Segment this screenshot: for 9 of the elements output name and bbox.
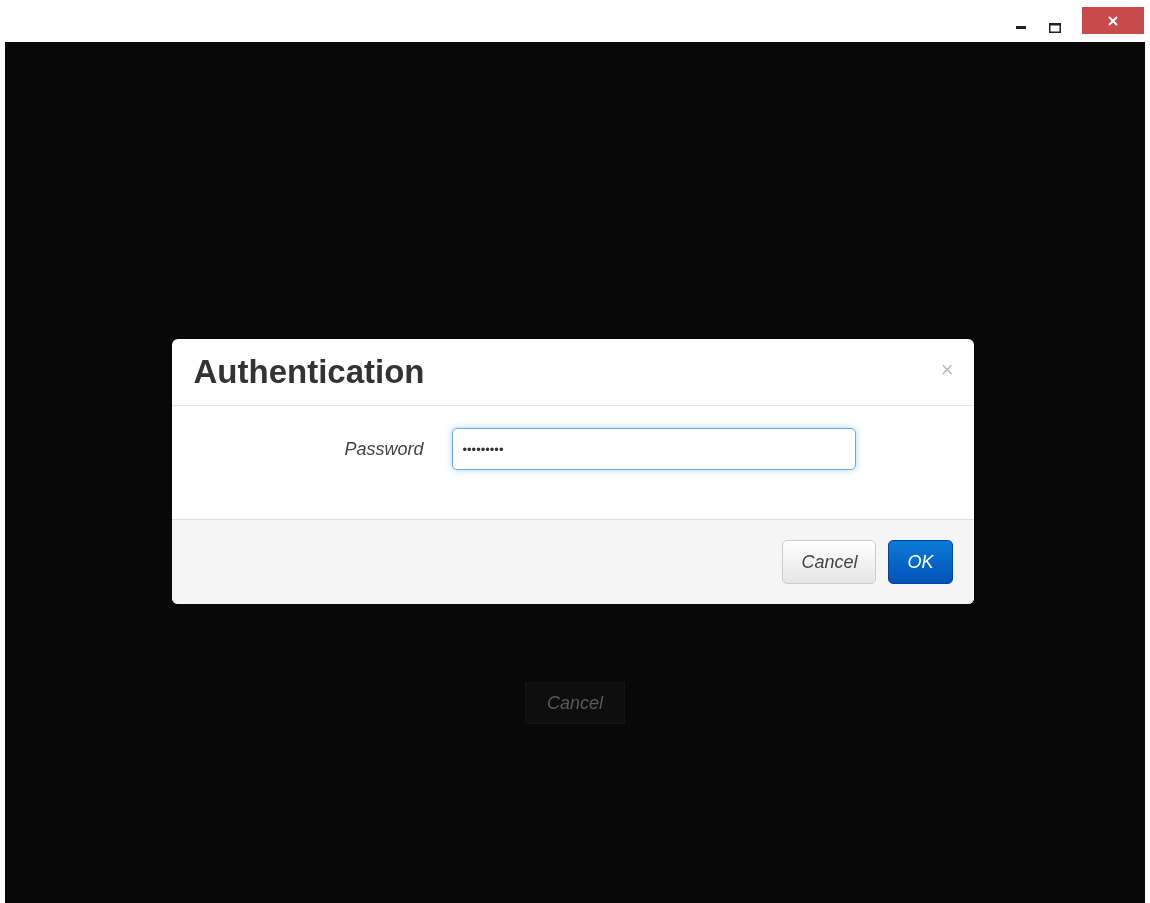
minimize-icon [1016,26,1026,29]
ok-button[interactable]: OK [888,540,953,584]
close-button[interactable] [1082,7,1144,34]
password-label: Password [343,438,425,460]
maximize-icon [1049,22,1061,33]
dialog-title: Authentication [193,353,425,391]
cancel-button[interactable]: Cancel [782,540,877,584]
password-field[interactable]: ••••••••• [451,428,856,470]
close-icon [1108,15,1118,26]
